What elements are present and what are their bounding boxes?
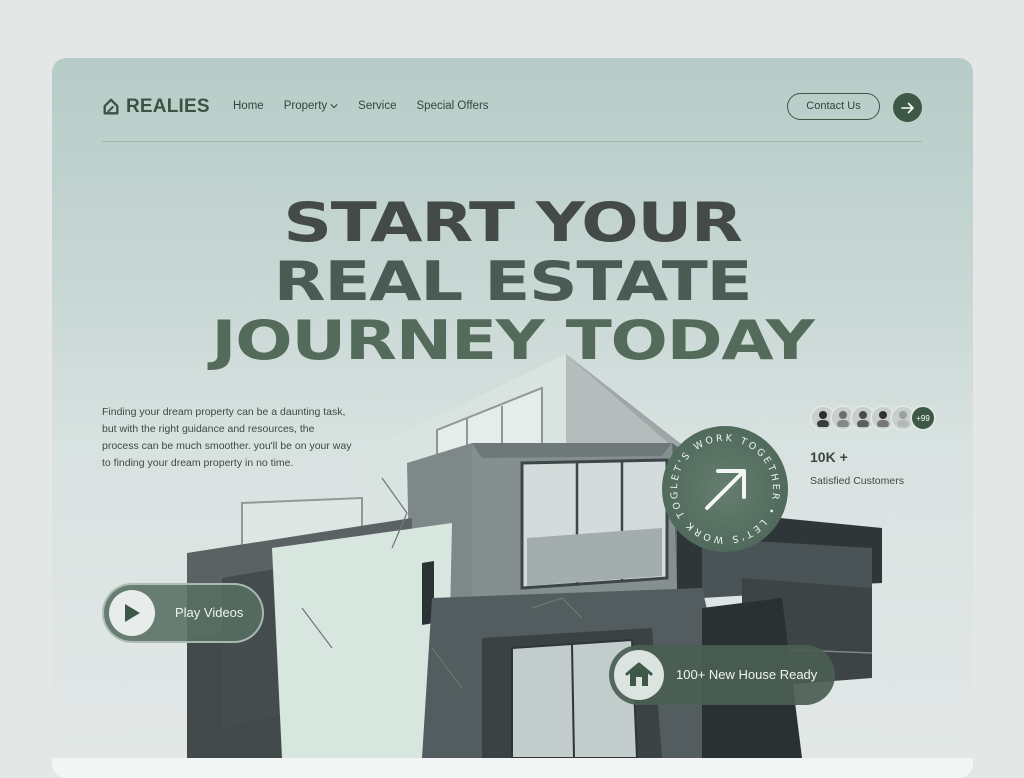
play-icon — [125, 604, 140, 622]
badge-circular-text: LET'S WORK TOGETHER • LET'S WORK TOGETHE… — [657, 418, 779, 545]
headline-line-3: JOURNEY TODAY — [211, 309, 814, 372]
play-videos-label: Play Videos — [175, 605, 244, 620]
play-videos-button[interactable]: Play Videos — [102, 583, 264, 643]
play-button-circle — [109, 590, 155, 636]
arrow-up-right-icon — [705, 469, 746, 510]
new-house-ready-label: 100+ New House Ready — [676, 667, 818, 682]
page-frame: REALIES Home Property Service Special Of… — [52, 58, 973, 778]
chevron-down-icon — [330, 104, 338, 109]
contact-us-button[interactable]: Contact Us — [787, 93, 880, 120]
arrow-right-icon — [900, 102, 914, 113]
brand-logo[interactable]: REALIES — [102, 96, 210, 118]
badge-graphic: LET'S WORK TOGETHER • LET'S WORK TOGETHE… — [657, 418, 781, 545]
nav-item-property-label: Property — [283, 100, 328, 112]
headline-line-2: REAL ESTATE — [273, 250, 753, 313]
leaf-logo-icon — [103, 98, 119, 115]
brand-name: REALIES — [126, 96, 210, 117]
nav-item-home[interactable]: Home — [233, 100, 264, 112]
arrow-button[interactable] — [893, 93, 922, 122]
nav-item-service[interactable]: Service — [358, 100, 396, 112]
more-customers-badge: +99 — [910, 405, 936, 431]
nav-item-property[interactable]: Property — [284, 100, 338, 112]
new-house-ready-pill[interactable]: 100+ New House Ready — [609, 645, 835, 705]
nav-divider — [102, 141, 922, 142]
nav-item-special-offers[interactable]: Special Offers — [417, 100, 489, 112]
hero-headline: START YOUR REAL ESTATE JOURNEY TODAY — [52, 193, 973, 370]
hero-section: REALIES Home Property Service Special Of… — [52, 58, 973, 758]
headline-line-1: START YOUR — [283, 191, 743, 254]
house-icon-circle — [614, 650, 664, 700]
house-icon — [625, 662, 653, 686]
svg-text:LET'S WORK TOGETHER • LET'S WO: LET'S WORK TOGETHER • LET'S WORK TOGETHE… — [662, 426, 781, 545]
lets-work-together-badge[interactable]: LET'S WORK TOGETHER • LET'S WORK TOGETHE… — [657, 418, 788, 552]
main-nav: Home Property Service Special Offers — [233, 100, 489, 112]
